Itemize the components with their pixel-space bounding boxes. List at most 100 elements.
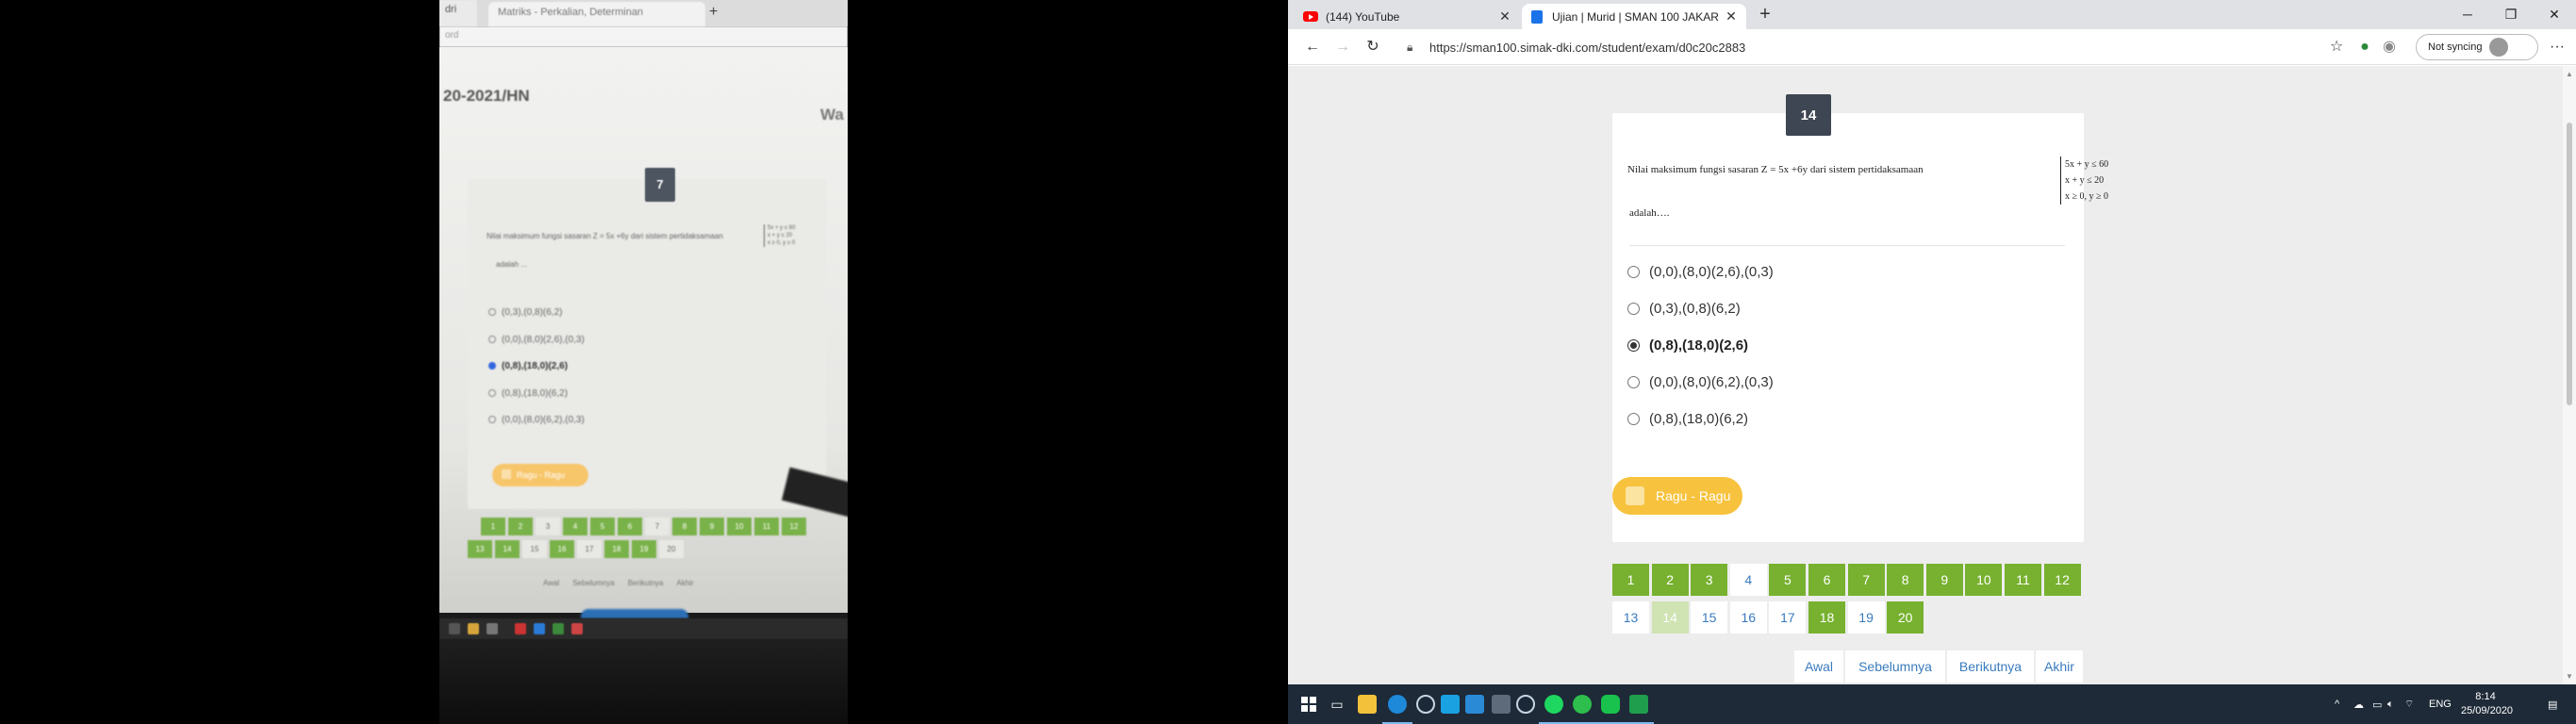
cloud-icon[interactable]: ☁ xyxy=(2353,684,2364,724)
question-nav-button[interactable]: 16 xyxy=(1729,601,1767,634)
first-button[interactable]: Awal xyxy=(1794,650,1843,683)
task-view-icon[interactable]: ▭ xyxy=(1326,693,1348,716)
new-tab-button[interactable]: + xyxy=(1754,4,1776,26)
back-icon[interactable]: ← xyxy=(1301,36,1324,58)
question-nav-button[interactable]: 8 xyxy=(1887,564,1924,596)
mail-icon[interactable] xyxy=(1490,693,1512,716)
tab-title: Ujian | Murid | SMAN 100 JAKAR xyxy=(1552,9,1719,24)
answer-option[interactable]: (0,3),(0,8)(6,2) xyxy=(1627,298,1741,319)
whatsapp-icon[interactable] xyxy=(1567,693,1597,724)
tab-youtube[interactable]: (144) YouTube ✕ xyxy=(1296,4,1520,29)
more-menu-icon[interactable]: ··· xyxy=(2546,36,2568,58)
photo-inequality: 5x + y ≤ 60 xyxy=(768,225,796,231)
close-tab-icon[interactable]: ✕ xyxy=(1497,8,1512,25)
photo-checkbox-icon xyxy=(502,469,511,479)
radio-unchecked-icon[interactable] xyxy=(1627,302,1640,315)
photo-answer-option: (0,8),(18,0)(6,2) xyxy=(488,388,568,399)
line-icon[interactable] xyxy=(1595,693,1626,724)
tray-chevron-icon[interactable]: ^ xyxy=(2335,684,2339,724)
radio-unchecked-icon[interactable] xyxy=(1627,375,1640,388)
question-nav-button[interactable]: 6 xyxy=(1808,564,1845,596)
photo-question-text: Nilai maksimum fungsi sasaran Z = 5x +6y… xyxy=(487,224,795,247)
answer-option[interactable]: (0,8),(18,0)(6,2) xyxy=(1627,408,1748,429)
next-button[interactable]: Berikutnya xyxy=(1947,650,2034,683)
question-nav-button[interactable]: 12 xyxy=(2043,564,2081,596)
question-nav-button[interactable]: 13 xyxy=(1612,601,1649,634)
previous-button[interactable]: Sebelumnya xyxy=(1845,650,1945,683)
close-window-button[interactable]: ✕ xyxy=(2533,0,2576,29)
question-nav-button[interactable]: 5 xyxy=(1769,564,1807,596)
instagram-icon[interactable] xyxy=(1439,693,1461,716)
spotify-icon[interactable] xyxy=(1539,693,1569,724)
sync-button[interactable]: Not syncing xyxy=(2416,34,2538,60)
photo-radio-icon xyxy=(488,362,496,370)
answer-option[interactable]: (0,0),(8,0)(6,2),(0,3) xyxy=(1627,371,1774,392)
question-nav-button[interactable]: 7 xyxy=(1847,564,1885,596)
vscode-icon[interactable] xyxy=(1463,693,1486,716)
photo-answer-label: (0,0),(8,0)(2,6),(0,3) xyxy=(502,334,585,345)
photo-nav-button: 9 xyxy=(700,518,724,535)
answer-option[interactable]: (0,8),(18,0)(2,6) xyxy=(1627,335,1748,355)
scroll-up-icon[interactable]: ▲ xyxy=(2566,70,2573,78)
last-button[interactable]: Akhir xyxy=(2036,650,2083,683)
answer-option[interactable]: (0,0),(8,0)(2,6),(0,3) xyxy=(1627,261,1774,282)
photo-nav-button: 19 xyxy=(632,540,656,558)
scroll-down-icon[interactable]: ▼ xyxy=(2566,672,2573,681)
answer-option-label: (0,0),(8,0)(2,6),(0,3) xyxy=(1649,263,1774,280)
battery-icon[interactable]: ▭ xyxy=(2372,684,2382,724)
language-indicator[interactable]: ENG xyxy=(2429,684,2452,724)
question-nav-button[interactable]: 3 xyxy=(1691,564,1728,596)
tab-exam[interactable]: Ujian | Murid | SMAN 100 JAKAR ✕ xyxy=(1522,4,1746,29)
maximize-button[interactable]: ❐ xyxy=(2489,0,2533,29)
photo-question-sentence: Nilai maksimum fungsi sasaran Z = 5x +6y… xyxy=(487,232,723,240)
clock[interactable]: 8:14 25/09/2020 xyxy=(2461,690,2514,718)
steam-icon[interactable] xyxy=(1414,693,1437,716)
extension-icon[interactable]: ● xyxy=(2353,36,2376,58)
question-nav-button[interactable]: 17 xyxy=(1769,601,1807,634)
sheets-icon[interactable] xyxy=(1624,693,1654,724)
wifi-icon[interactable]: ⌔ xyxy=(2404,684,2414,724)
photo-radio-icon xyxy=(488,416,496,423)
close-tab-icon[interactable]: ✕ xyxy=(1724,8,1739,25)
question-nav-button[interactable]: 10 xyxy=(1965,564,2003,596)
file-explorer-icon[interactable] xyxy=(1356,693,1379,716)
volume-icon[interactable]: 🔈︎ xyxy=(2387,684,2394,724)
checkbox-icon xyxy=(1626,486,1644,505)
question-nav-button[interactable]: 19 xyxy=(1847,601,1885,634)
photo-question-number: 7 xyxy=(645,168,675,202)
question-nav-button[interactable]: 14 xyxy=(1651,601,1689,634)
youtube-icon xyxy=(1303,9,1318,25)
favorite-star-icon[interactable]: ☆ xyxy=(2325,36,2348,58)
photo-nav-button: 5 xyxy=(590,518,615,535)
photo-pager-links: Awal Sebelumnya Berikutnya Akhir xyxy=(543,579,707,587)
question-nav-button[interactable]: 2 xyxy=(1651,564,1689,596)
question-nav-button[interactable]: 18 xyxy=(1808,601,1845,634)
question-nav-button[interactable]: 20 xyxy=(1887,601,1924,634)
scrollbar-thumb[interactable] xyxy=(2567,123,2572,405)
edge-icon[interactable] xyxy=(1382,693,1412,724)
photo-inequality: x + y ≤ 20 xyxy=(768,233,793,239)
forward-icon[interactable]: → xyxy=(1331,36,1354,58)
radio-checked-icon[interactable] xyxy=(1627,338,1640,352)
ragu-ragu-button[interactable]: Ragu - Ragu xyxy=(1612,477,1742,515)
tab-title: (144) YouTube xyxy=(1326,9,1400,24)
question-nav-button[interactable]: 9 xyxy=(1925,564,1963,596)
address-bar[interactable]: 🔒︎ https://sman100.simak-dki.com/student… xyxy=(1407,35,2312,59)
notification-icon[interactable]: ▤ xyxy=(2548,684,2557,724)
question-nav-button[interactable]: 1 xyxy=(1612,564,1649,596)
extension-circle-icon[interactable]: ◉ xyxy=(2378,36,2401,58)
question-nav-button[interactable]: 4 xyxy=(1729,564,1767,596)
steam-icon-2[interactable] xyxy=(1514,693,1537,716)
vertical-scrollbar[interactable]: ▲ ▼ xyxy=(2563,66,2576,684)
start-icon[interactable] xyxy=(1297,693,1320,716)
photo-ragu-button: Ragu - Ragu xyxy=(492,464,588,486)
minimize-button[interactable]: ─ xyxy=(2446,0,2489,29)
refresh-icon[interactable]: ↻ xyxy=(1362,36,1384,58)
clock-date: 25/09/2020 xyxy=(2461,705,2514,716)
radio-unchecked-icon[interactable] xyxy=(1627,265,1640,278)
radio-unchecked-icon[interactable] xyxy=(1627,412,1640,425)
photo-answer-option: (0,3),(0,8)(6,2) xyxy=(488,307,562,318)
question-nav-button[interactable]: 15 xyxy=(1691,601,1728,634)
question-nav-button[interactable]: 11 xyxy=(2005,564,2041,596)
photo-nav-button: 3 xyxy=(536,518,560,535)
